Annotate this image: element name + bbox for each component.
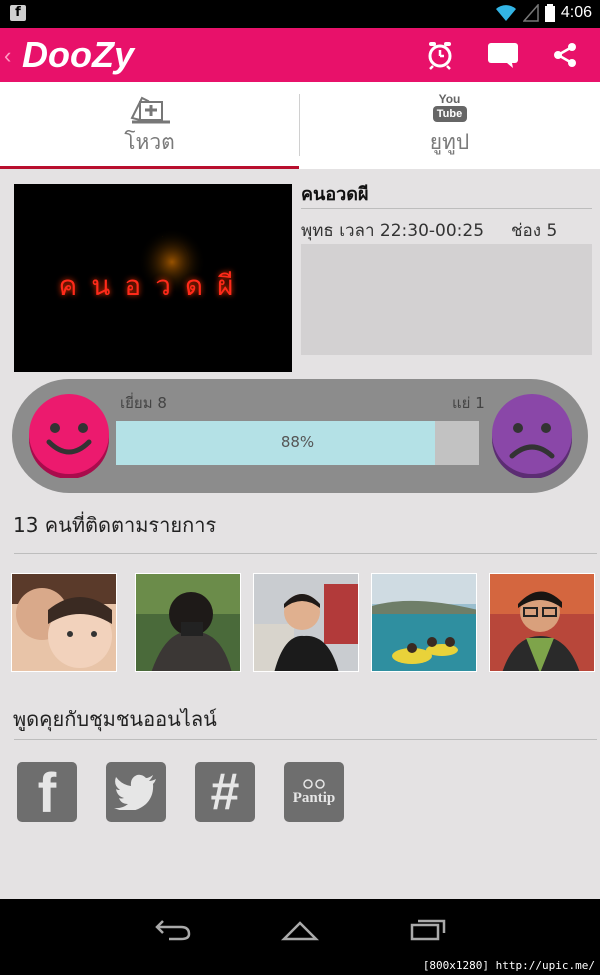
chat-icon[interactable] [486, 39, 520, 71]
app-logo: DooZy [22, 34, 134, 75]
signal-icon [522, 4, 539, 22]
show-title: คนอวดผี [301, 184, 369, 205]
share-icon[interactable] [548, 39, 582, 71]
home-icon[interactable] [280, 915, 320, 943]
avatar[interactable] [253, 573, 359, 672]
hashtag-glyph: # [210, 763, 240, 821]
facebook-glyph: f [37, 760, 57, 824]
tab-vote[interactable]: โหวต [0, 82, 299, 169]
back-icon[interactable] [153, 915, 193, 943]
youtube-icon-text-top: You [438, 92, 461, 106]
avatar[interactable] [489, 573, 595, 672]
twitter-icon[interactable] [106, 762, 166, 822]
recent-apps-icon[interactable] [408, 915, 448, 943]
rating-bar: 88% [116, 421, 479, 465]
followers-title: 13 คนที่ติดตามรายการ [13, 513, 217, 537]
followers-list [11, 573, 600, 673]
divider [301, 208, 592, 209]
alarm-icon[interactable] [423, 39, 457, 71]
happy-face-button[interactable] [27, 394, 111, 478]
back-chevron-icon[interactable]: ‹ [4, 43, 11, 69]
watermark: [800x1280] http://upic.me/ [420, 959, 597, 972]
like-count: เยี่ยม 8 [120, 394, 167, 412]
battery-icon [544, 4, 555, 22]
system-nav-bar [0, 899, 600, 959]
divider [14, 739, 597, 740]
twitter-bird-icon [114, 774, 156, 810]
wifi-icon [495, 5, 516, 21]
pantip-logo-mark [303, 778, 325, 789]
tab-label: ยูทูป [429, 130, 470, 154]
facebook-icon[interactable]: f [17, 760, 77, 824]
avatar[interactable] [371, 573, 477, 672]
hashtag-icon[interactable]: # [195, 762, 255, 822]
show-poster: คนอวดผี [14, 184, 292, 372]
pantip-icon[interactable]: Pantip [284, 762, 344, 822]
rating-percent: 88% [280, 433, 315, 451]
vote-icon [130, 96, 170, 124]
divider [14, 553, 597, 554]
tab-youtube[interactable]: You Tube ยูทูป [300, 82, 599, 169]
app-bar: ‹ DooZy [0, 28, 600, 82]
show-description-box [301, 244, 592, 355]
pantip-label: Pantip [292, 789, 336, 806]
status-bar: f 4:06 [0, 0, 600, 28]
community-title: พูดคุยกับชุมชนออนไลน์ [13, 707, 217, 731]
tab-label: โหวต [124, 130, 175, 154]
show-channel: ช่อง 5 [511, 221, 558, 241]
show-schedule: พุทธ เวลา 22:30-00:25 [301, 221, 485, 241]
poster-title: คนอวดผี [58, 269, 248, 302]
tab-bar: โหวต You Tube ยูทูป [0, 82, 600, 169]
content-area: คนอวดผี คนอวดผี พุทธ เวลา 22:30-00:25 ช่… [0, 169, 600, 899]
sad-face-button[interactable] [490, 394, 574, 478]
youtube-icon-text-bottom: Tube [432, 106, 467, 122]
status-icons: 4:06 [495, 4, 592, 22]
dislike-count: แย่ 1 [452, 394, 485, 412]
clock: 4:06 [560, 4, 592, 21]
facebook-notification-icon: f [10, 5, 26, 21]
youtube-icon: You Tube [432, 92, 467, 122]
avatar[interactable] [135, 573, 241, 672]
avatar[interactable] [11, 573, 117, 672]
